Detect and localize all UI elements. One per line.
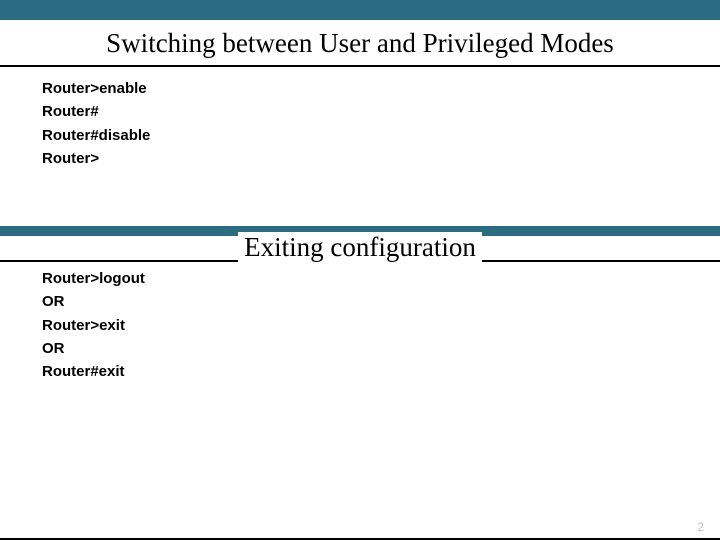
cli-line: Router>logout [42, 267, 720, 290]
section-1-content: Router>enable Router# Router#disable Rou… [0, 67, 720, 170]
cli-line: Router>exit [42, 314, 720, 337]
top-accent-bar [0, 0, 720, 20]
cli-line: Router#disable [42, 124, 720, 147]
section-2-title: Exiting configuration [238, 232, 482, 263]
section-1-title: Switching between User and Privileged Mo… [0, 20, 720, 63]
page-number: 2 [697, 520, 704, 534]
cli-line: Router>enable [42, 77, 720, 100]
cli-line: Router#exit [42, 360, 720, 383]
cli-line: Router# [42, 100, 720, 123]
cli-line: OR [42, 337, 720, 360]
cli-line: Router> [42, 147, 720, 170]
section-2-content: Router>logout OR Router>exit OR Router#e… [0, 263, 720, 383]
cli-line: OR [42, 290, 720, 313]
section-divider: Exiting configuration [0, 226, 720, 263]
slide: Switching between User and Privileged Mo… [0, 0, 720, 540]
